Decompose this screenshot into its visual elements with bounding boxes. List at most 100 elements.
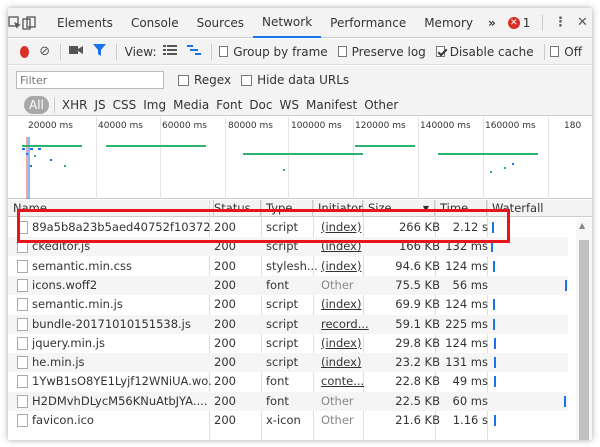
type-filter-ws[interactable]: WS [277, 96, 302, 114]
type-filter-js[interactable]: JS [91, 96, 108, 114]
type-filter-manifest[interactable]: Manifest [303, 96, 360, 114]
tab-performance[interactable]: Performance [321, 8, 415, 38]
scroll-up-arrow-icon[interactable]: ▲ [579, 221, 585, 230]
waterfall-bar [493, 260, 495, 272]
hide-data-urls-checkbox[interactable] [241, 74, 253, 86]
request-initiator[interactable]: (index) [321, 295, 371, 314]
regex-checkbox[interactable] [178, 74, 189, 86]
type-filter-img[interactable]: Img [140, 96, 169, 114]
request-status: 200 [214, 413, 236, 427]
request-time: 132 ms [445, 239, 488, 254]
view-label: View: [124, 44, 157, 59]
close-icon[interactable]: ✕ [571, 8, 592, 38]
offline-label: Off [564, 44, 582, 59]
table-row[interactable]: 89a5b8a23b5aed40752f10372... 200 script (in… [8, 218, 568, 237]
record-button[interactable] [20, 45, 30, 58]
type-filter-media[interactable]: Media [170, 96, 212, 114]
overview-waterfall-icon[interactable] [186, 44, 201, 59]
request-name: semantic.min.js [32, 297, 123, 312]
column-header-status[interactable]: Status [209, 200, 261, 217]
column-header-size-label: Size [368, 201, 392, 215]
sort-descending-icon: ▼ [422, 204, 429, 213]
request-name: jquery.min.js [32, 335, 105, 350]
error-count: 1 [522, 15, 531, 30]
request-name: semantic.min.css [32, 258, 132, 273]
type-filter-doc[interactable]: Doc [246, 96, 275, 114]
preserve-log-checkbox[interactable] [337, 46, 347, 57]
clear-icon[interactable]: ⊘ [39, 44, 50, 59]
table-row[interactable]: he.min.js 200 script (index) 23.2 KB 131 ms [8, 353, 568, 373]
request-time: 124 ms [445, 335, 488, 350]
tab-divider [542, 14, 544, 31]
request-time: 2.12 s [452, 220, 488, 234]
table-row[interactable]: semantic.min.css 200 stylesh... (index) 94.6… [8, 257, 568, 276]
column-header-initiator[interactable]: Initiator [313, 200, 363, 217]
request-initiator[interactable]: (index) [321, 334, 371, 353]
table-row[interactable]: jquery.min.js 200 script (index) 29.8 KB 124 … [8, 334, 568, 353]
waterfall-bar [565, 279, 567, 291]
request-initiator[interactable]: record... [321, 315, 371, 334]
waterfall-bar [564, 395, 566, 407]
resource-type-filter: All XHR JS CSS Img Media Font Doc WS Man… [8, 94, 592, 116]
table-row[interactable]: H2DMvhDLycM56KNuAtbJYA.... 200 font Other 22… [8, 391, 568, 411]
type-filter-other[interactable]: Other [361, 96, 401, 114]
error-count-badge[interactable]: ✕ 1 [502, 16, 537, 30]
request-size: 94.6 KB [395, 258, 440, 273]
filter-icon[interactable] [92, 43, 106, 60]
request-time: 49 ms [452, 374, 488, 389]
request-name: 89a5b8a23b5aed40752f10372... [32, 220, 212, 234]
type-filter-font[interactable]: Font [213, 96, 245, 114]
table-row[interactable]: 1YwB1sO8YE1Lyjf12WNiUA.wo... 200 font conte… [8, 372, 568, 391]
request-initiator[interactable]: (index) [321, 257, 371, 276]
request-size: 266 KB [398, 220, 440, 234]
scrollbar-thumb[interactable] [579, 240, 589, 440]
table-row[interactable]: semantic.min.js 200 script (index) 69.9 KB 12… [8, 295, 568, 314]
table-row[interactable]: bundle-20171010151538.js 200 script record.… [8, 314, 568, 334]
type-filter-xhr[interactable]: XHR [59, 96, 91, 114]
column-header-size[interactable]: Size ▼ [363, 200, 435, 217]
toolbar-divider [210, 43, 212, 60]
request-initiator[interactable]: (index) [321, 237, 371, 256]
large-rows-icon[interactable] [162, 44, 177, 59]
column-header-name[interactable]: Name [8, 200, 214, 217]
table-row[interactable]: ckeditor.js 200 script (index) 166 KB 132 ms [8, 237, 568, 257]
screenshot-camera-icon[interactable] [68, 44, 83, 59]
request-status: 200 [214, 374, 236, 389]
table-row[interactable]: icons.woff2 200 font Other 75.5 KB 56 ms [8, 275, 568, 295]
more-tabs-button[interactable]: » [482, 8, 502, 38]
column-header-type[interactable]: Type [261, 200, 313, 217]
request-initiator[interactable]: (index) [321, 353, 371, 372]
filter-input[interactable] [16, 71, 164, 89]
request-name: he.min.js [32, 355, 85, 370]
request-size: 166 KB [398, 239, 440, 254]
request-size: 59.1 KB [395, 316, 440, 331]
request-initiator[interactable]: (index) [321, 218, 371, 237]
request-type: font [266, 277, 289, 292]
inspect-element-icon[interactable] [8, 8, 22, 38]
request-initiator: Other [321, 413, 354, 427]
tab-memory[interactable]: Memory [415, 8, 482, 38]
overview-timeline[interactable]: 20000 ms 40000 ms 60000 ms 80000 ms 1000… [8, 117, 592, 199]
column-header-time[interactable]: Time [435, 200, 487, 217]
tab-console[interactable]: Console [122, 8, 188, 38]
disable-cache-checkbox[interactable] [435, 46, 445, 57]
more-options-icon[interactable]: ⋮ [549, 8, 571, 38]
device-toolbar-icon[interactable] [22, 8, 36, 38]
column-header-waterfall[interactable]: Waterfall [487, 200, 592, 217]
tab-elements[interactable]: Elements [48, 8, 122, 38]
request-initiator[interactable]: conte... [321, 372, 371, 391]
request-type: script [266, 220, 299, 234]
request-time: 131 ms [445, 355, 488, 370]
table-row[interactable]: favicon.ico 200 x-icon Other 21.6 KB 1.16 s [8, 411, 568, 430]
vertical-scrollbar[interactable]: ▲ [576, 218, 592, 440]
type-filter-css[interactable]: CSS [110, 96, 140, 114]
offline-checkbox[interactable] [550, 46, 560, 57]
type-filter-all[interactable]: All [24, 95, 49, 114]
tab-sources[interactable]: Sources [188, 8, 253, 38]
disable-cache-label: Disable cache [449, 44, 534, 59]
filter-bar: Regex Hide data URLs [8, 66, 592, 94]
tab-network[interactable]: Network [253, 8, 322, 38]
hide-data-urls-label: Hide data URLs [257, 73, 350, 87]
group-by-frame-checkbox[interactable] [219, 46, 229, 57]
request-size: 22.5 KB [395, 393, 440, 408]
